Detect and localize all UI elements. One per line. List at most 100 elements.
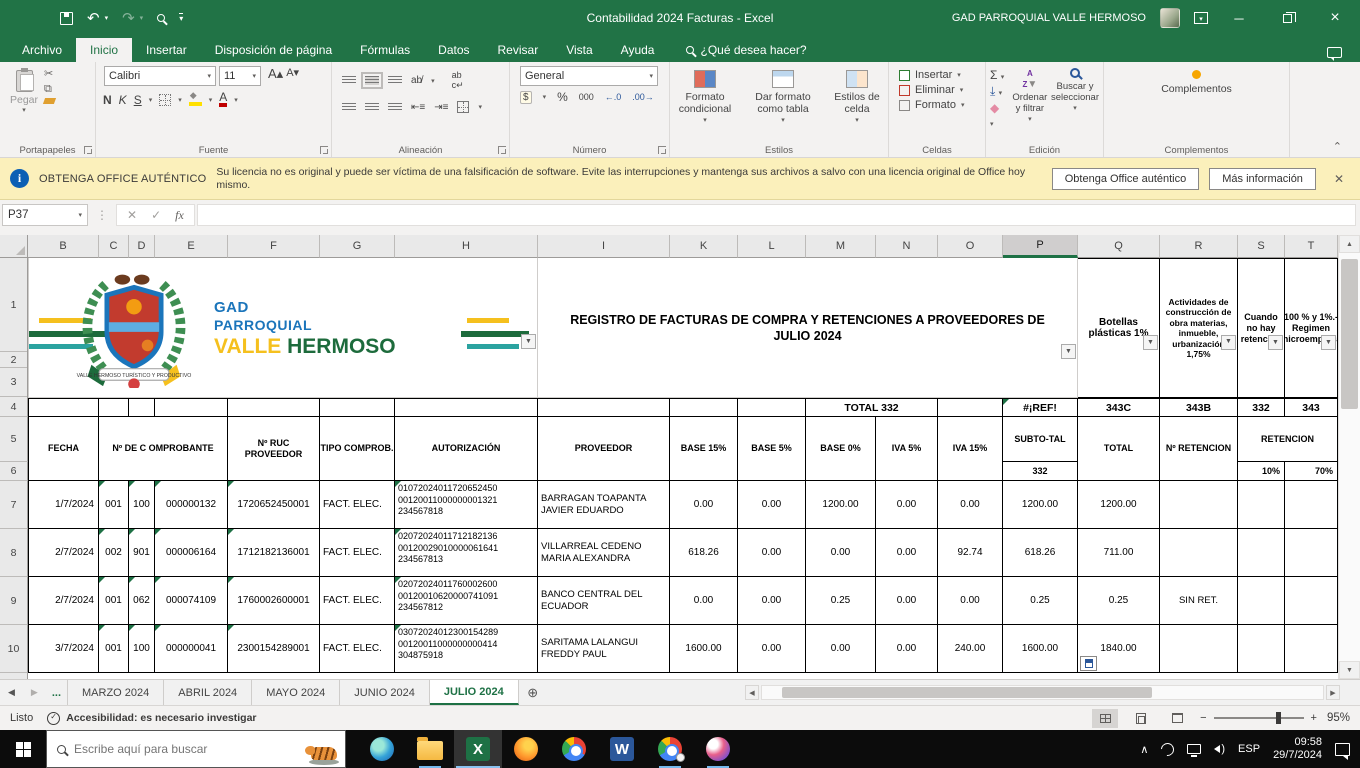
hidden-icons-chevron-icon[interactable]: ∧ bbox=[1140, 743, 1148, 756]
hscroll-left-icon[interactable]: ◀ bbox=[745, 685, 759, 700]
cell-E8[interactable]: 000006164 bbox=[155, 529, 228, 577]
comma-style-icon[interactable]: 000 bbox=[579, 92, 594, 102]
insert-cells-button[interactable]: Insertar▾ bbox=[899, 69, 981, 81]
cell-Q4[interactable]: 343C bbox=[1078, 398, 1160, 417]
tab-ayuda[interactable]: Ayuda bbox=[607, 38, 669, 62]
borders-icon[interactable] bbox=[159, 94, 171, 106]
cell-G7[interactable]: FACT. ELEC. bbox=[320, 481, 395, 529]
accounting-format-icon[interactable]: $ bbox=[520, 91, 532, 104]
tab-revisar[interactable]: Revisar bbox=[484, 38, 553, 62]
prev-sheet-icon[interactable]: ◀ bbox=[0, 680, 23, 705]
cell-C8[interactable]: 002 bbox=[99, 529, 129, 577]
header-subtotal[interactable]: SUBTO-TAL bbox=[1003, 417, 1078, 462]
print-preview-icon[interactable] bbox=[157, 14, 165, 22]
cell-F7[interactable]: 1720652450001 bbox=[228, 481, 320, 529]
header-comprobante[interactable]: Nº DE C OMPROBANTE bbox=[99, 417, 228, 481]
cell-L4[interactable] bbox=[738, 398, 806, 417]
insert-function-icon[interactable]: fx bbox=[175, 208, 184, 223]
tab-insertar[interactable]: Insertar bbox=[132, 38, 201, 62]
col-header-O[interactable]: O bbox=[938, 235, 1003, 258]
cell-L7[interactable]: 0.00 bbox=[738, 481, 806, 529]
header-base5[interactable]: BASE 5% bbox=[738, 417, 806, 481]
copy-icon[interactable]: ⧉ bbox=[44, 83, 55, 95]
cell-G9[interactable]: FACT. ELEC. bbox=[320, 577, 395, 625]
cell-R9[interactable]: SIN RET. bbox=[1160, 577, 1238, 625]
header-autorizacion[interactable]: AUTORIZACIÓN bbox=[395, 417, 538, 481]
horizontal-scrollbar[interactable]: ◀ ▶ bbox=[745, 685, 1340, 700]
cell-G4[interactable] bbox=[320, 398, 395, 417]
decrease-decimal-icon[interactable]: .00→ bbox=[632, 92, 654, 102]
header-base0[interactable]: BASE 0% bbox=[806, 417, 876, 481]
underline-icon[interactable]: S bbox=[134, 93, 142, 107]
cell-I4[interactable] bbox=[538, 398, 670, 417]
start-button[interactable] bbox=[0, 730, 46, 768]
align-right-icon[interactable] bbox=[388, 103, 402, 112]
undo-icon[interactable]: ↶ bbox=[87, 9, 100, 27]
r-filter-dropdown-icon[interactable]: ▼ bbox=[1221, 335, 1236, 350]
cell-Q10[interactable]: 1840.00 bbox=[1078, 625, 1160, 673]
next-sheet-icon[interactable]: ▶ bbox=[23, 680, 46, 705]
cell-C4[interactable] bbox=[99, 398, 129, 417]
cell-P8[interactable]: 618.26 bbox=[1003, 529, 1078, 577]
header-iva15[interactable]: IVA 15% bbox=[938, 417, 1003, 481]
col-header-R[interactable]: R bbox=[1160, 235, 1238, 258]
paste-button[interactable]: Pegar▾ bbox=[10, 70, 38, 143]
new-sheet-icon[interactable]: ⊕ bbox=[519, 680, 547, 705]
col-header-T[interactable]: T bbox=[1285, 235, 1338, 258]
row-header-3[interactable]: 3 bbox=[0, 368, 27, 397]
row-header-6[interactable]: 6 bbox=[0, 462, 28, 481]
cell-H10[interactable]: 03072024012300154289 0012001100000000041… bbox=[395, 625, 538, 673]
vscroll-thumb[interactable] bbox=[1341, 259, 1358, 409]
zoom-thumb[interactable] bbox=[1276, 712, 1281, 724]
col-header-N[interactable]: N bbox=[876, 235, 938, 258]
font-color-icon[interactable]: A bbox=[219, 92, 227, 107]
header-tipo[interactable]: TIPO COMPROB. bbox=[320, 417, 395, 481]
cell-L10[interactable]: 0.00 bbox=[738, 625, 806, 673]
row-header-8[interactable]: 8 bbox=[0, 529, 28, 577]
decrease-indent-icon[interactable]: ⇤≡ bbox=[411, 102, 425, 113]
account-name[interactable]: GAD PARROQUIAL VALLE HERMOSO bbox=[952, 12, 1146, 24]
get-office-button[interactable]: Obtenga Office auténtico bbox=[1052, 168, 1200, 190]
cell-O9[interactable]: 0.00 bbox=[938, 577, 1003, 625]
wrap-text-icon[interactable]: abc↵ bbox=[452, 70, 464, 91]
comments-icon[interactable] bbox=[1327, 47, 1342, 58]
clear-icon[interactable]: ◆ ▾ bbox=[990, 101, 1005, 129]
cell-M8[interactable]: 0.00 bbox=[806, 529, 876, 577]
cell-D7[interactable]: 100 bbox=[129, 481, 155, 529]
cell-P9[interactable]: 0.25 bbox=[1003, 577, 1078, 625]
row-header-10[interactable]: 10 bbox=[0, 625, 28, 673]
cell-F4[interactable] bbox=[228, 398, 320, 417]
increase-decimal-icon[interactable]: ←.0 bbox=[605, 92, 622, 102]
edge-icon[interactable] bbox=[358, 730, 406, 768]
cell-E4[interactable] bbox=[155, 398, 228, 417]
col-header-S[interactable]: S bbox=[1238, 235, 1285, 258]
taskbar-search[interactable] bbox=[46, 730, 346, 768]
number-dialog-launcher-icon[interactable] bbox=[658, 146, 666, 154]
cell-R4[interactable]: 343B bbox=[1160, 398, 1238, 417]
align-bottom-icon[interactable] bbox=[388, 76, 402, 85]
cell-C9[interactable]: 001 bbox=[99, 577, 129, 625]
cell-P10[interactable]: 1600.00 bbox=[1003, 625, 1078, 673]
font-name-select[interactable]: Calibri▾ bbox=[104, 66, 216, 86]
cell-C10[interactable]: 001 bbox=[99, 625, 129, 673]
cell-S1-cuando[interactable]: Cuando no hay retención▼ bbox=[1238, 258, 1285, 398]
more-info-button[interactable]: Más información bbox=[1209, 168, 1316, 190]
cell-M4-total-label[interactable]: TOTAL 332 bbox=[806, 398, 938, 417]
cell-S10[interactable] bbox=[1238, 625, 1285, 673]
cell-K9[interactable]: 0.00 bbox=[670, 577, 738, 625]
cell-L9[interactable]: 0.00 bbox=[738, 577, 806, 625]
taskbar-search-input[interactable] bbox=[74, 742, 244, 756]
col-header-B[interactable]: B bbox=[28, 235, 99, 258]
cut-icon[interactable]: ✂ bbox=[44, 68, 55, 80]
row-header-5[interactable]: 5 bbox=[0, 417, 28, 462]
align-top-icon[interactable] bbox=[342, 76, 356, 85]
cancel-icon[interactable]: ✕ bbox=[127, 208, 137, 222]
logo-cell[interactable]: VALLE HERMOSO TURÍSTICO Y PRODUCTIVO GAD… bbox=[28, 258, 538, 398]
col-header-P-selected[interactable]: P bbox=[1003, 235, 1078, 258]
header-subtotal-332[interactable]: 332 bbox=[1003, 462, 1078, 481]
font-size-select[interactable]: 11▾ bbox=[219, 66, 261, 86]
name-box[interactable]: P37▾ bbox=[2, 204, 88, 226]
cell-O10[interactable]: 240.00 bbox=[938, 625, 1003, 673]
cell-G10[interactable]: FACT. ELEC. bbox=[320, 625, 395, 673]
header-fecha[interactable]: FECHA bbox=[28, 417, 99, 481]
